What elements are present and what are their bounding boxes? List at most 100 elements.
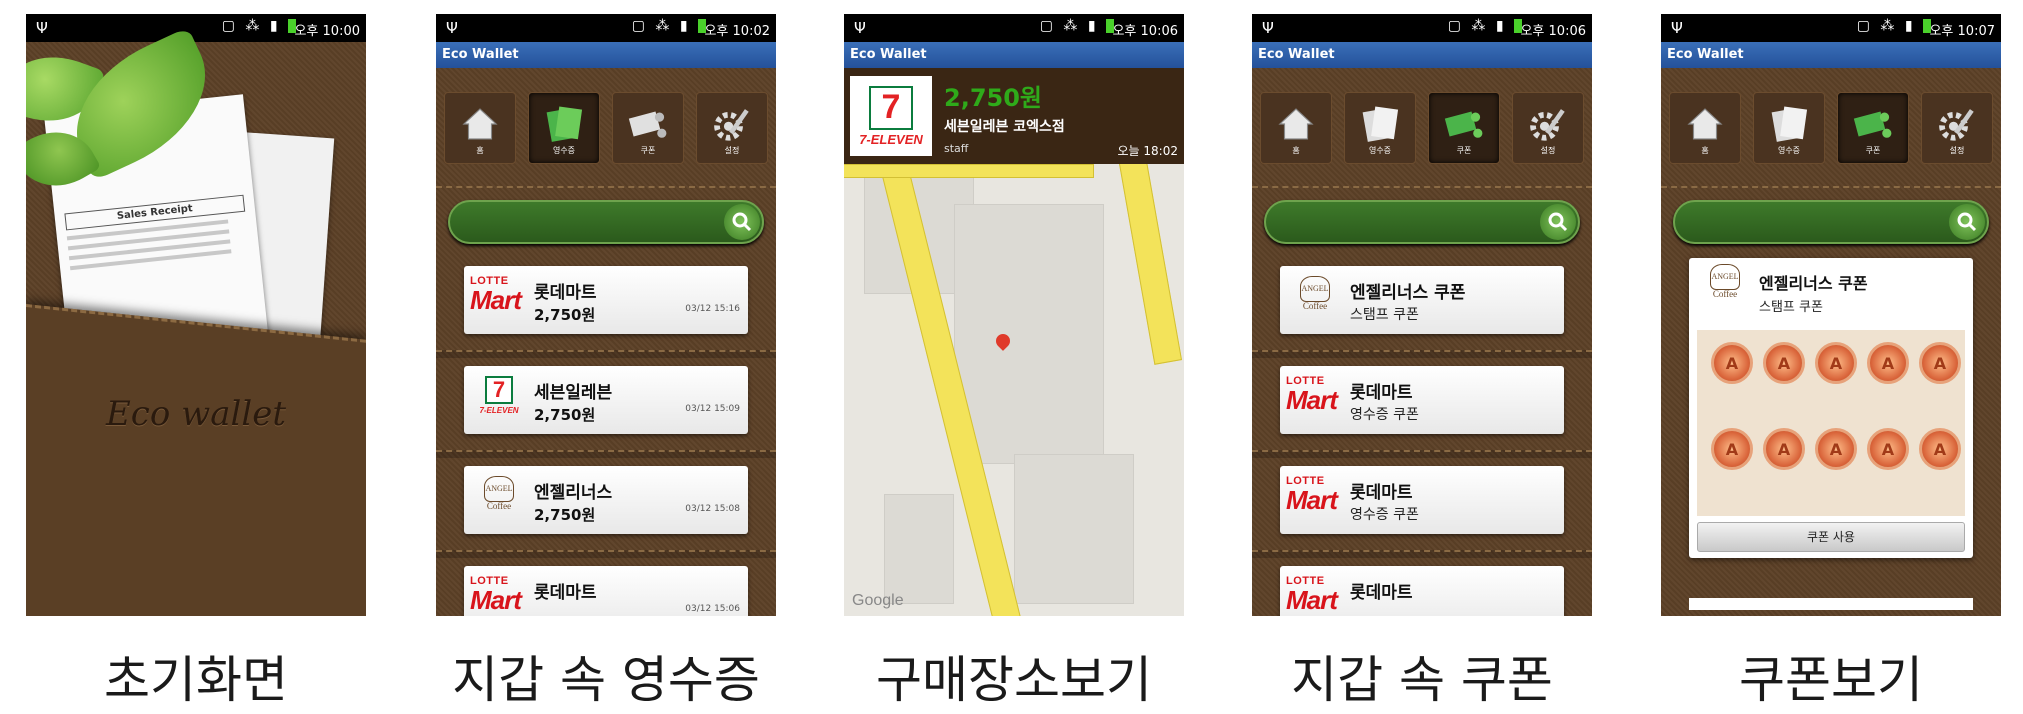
search-button[interactable]: [1540, 204, 1576, 240]
receipt-button[interactable]: 영수증: [1344, 92, 1416, 164]
angel-in-us-logo: ANGEL Coffee: [1697, 264, 1753, 320]
angel-in-us-logo: ANGEL Coffee: [1286, 276, 1344, 324]
coupon-store: 롯데마트: [1350, 383, 1413, 403]
search-button[interactable]: [1949, 204, 1985, 240]
status-time: 오후 10:02: [704, 24, 770, 39]
coupon-slot: LOTTE Mart 롯데마트 영수증 쿠폰: [1252, 450, 1592, 550]
coupon-store: 롯데마트: [1350, 583, 1413, 603]
toolbar-label: 설정: [1949, 145, 1965, 155]
coupon-button[interactable]: 쿠폰: [1428, 92, 1500, 164]
purchase-place-screen: Ψ ▢ ⁂ ▮ 오후 10:06 Eco Wallet 7 7-ELEVEN 2…: [844, 14, 1184, 616]
coupon-item[interactable]: LOTTE Mart 롯데마트 영수증 쿠폰: [1280, 366, 1564, 434]
usb-icon: Ψ: [446, 19, 458, 37]
coupon-icon: [628, 111, 667, 138]
receipt-button[interactable]: 영수증: [1753, 92, 1825, 164]
toolbar-label: 영수증: [1368, 145, 1392, 155]
coupon-view-screen: Ψ ▢ ⁂ ▮ 오후 10:07 Eco Wallet 홈 영수증 쿠폰 설정 …: [1661, 14, 2001, 616]
status-bar: Ψ ▢ ⁂ ▮ 오후 10:06: [844, 14, 1184, 42]
stitch-divider: [1252, 450, 1592, 458]
use-coupon-button[interactable]: 쿠폰 사용: [1697, 522, 1965, 552]
lotte-mart-logo: LOTTE Mart: [470, 275, 522, 315]
wallet-pocket: [26, 304, 366, 616]
receipt-item[interactable]: LOTTE Mart 롯데마트 2,750원 03/12 15:16: [464, 266, 748, 334]
coupon-item[interactable]: LOTTE Mart 롯데마트 영수증 쿠폰: [1280, 466, 1564, 534]
receipt-amount: 2,750원: [534, 406, 596, 424]
gear-icon: [714, 108, 749, 141]
receipt-item[interactable]: LOTTE Mart 롯데마트 03/12 15:06: [464, 566, 748, 616]
receipt-icon: [1771, 105, 1808, 142]
search-input[interactable]: [1673, 200, 1989, 244]
main-toolbar: 홈 영수증 쿠폰 설정: [436, 68, 776, 188]
search-input[interactable]: [448, 200, 764, 244]
lotte-mart-logo: LOTTE Mart: [1286, 375, 1338, 415]
receipt-store: 롯데마트: [534, 283, 597, 303]
lotte-mart-logo: LOTTE Mart: [470, 575, 522, 615]
settings-button[interactable]: 설정: [1512, 92, 1584, 164]
stamp-grid: AAAAAAAAAA: [1697, 330, 1965, 516]
coupon-store: 엔젤리너스 쿠폰: [1350, 283, 1466, 303]
store-map[interactable]: Google: [844, 164, 1184, 616]
receipt-date: 03/12 15:09: [685, 404, 740, 414]
app-title-bar: Eco Wallet: [1661, 42, 2001, 68]
caption-coupon-view: 쿠폰보기: [1739, 651, 1923, 709]
caption-purchase-place: 구매장소보기: [876, 651, 1152, 709]
settings-button[interactable]: 설정: [1921, 92, 1993, 164]
coupon-icon: [1444, 111, 1483, 138]
status-icons: ▢ ⁂ ▮: [1040, 18, 1114, 34]
coupon-button[interactable]: 쿠폰: [612, 92, 684, 164]
toolbar-label: 홈: [1292, 145, 1300, 155]
coupon-button[interactable]: 쿠폰: [1837, 92, 1909, 164]
seven-eleven-logo: 7 7-ELEVEN: [479, 376, 519, 415]
coupon-slot: ANGEL Coffee 엔젤리너스 쿠폰 스탬프 쿠폰: [1252, 250, 1592, 350]
coupon-stamp: A: [1711, 428, 1753, 470]
search-button[interactable]: [724, 204, 760, 240]
home-button[interactable]: 홈: [1260, 92, 1332, 164]
status-bar: Ψ ▢ ⁂ ▮ 오후 10:00: [26, 14, 366, 42]
map-credit: Google: [852, 592, 904, 609]
home-button[interactable]: 홈: [444, 92, 516, 164]
splash-title: Eco wallet: [105, 394, 287, 434]
coupon-detail-card: ANGEL Coffee 엔젤리너스 쿠폰 스탬프 쿠폰 AAAAAAAAAA 쿠…: [1689, 258, 1973, 558]
stitch-divider: [1252, 350, 1592, 358]
angel-in-us-logo: ANGEL Coffee: [470, 476, 528, 524]
status-icons: ▢ ⁂ ▮: [222, 18, 296, 34]
receipt-store: 세븐일레븐: [534, 383, 613, 403]
map-road: [844, 164, 1094, 178]
coupon-stamp: A: [1867, 428, 1909, 470]
purchase-time: 오늘 18:02: [1117, 144, 1178, 158]
receipt-item[interactable]: ANGEL Coffee 엔젤리너스 2,750원 03/12 15:08: [464, 466, 748, 534]
status-bar: Ψ ▢ ⁂ ▮ 오후 10:02: [436, 14, 776, 42]
coupon-stamp: A: [1919, 428, 1961, 470]
coupon-store: 엔젤리너스 쿠폰: [1759, 274, 1868, 293]
coupon-type: 영수증 쿠폰: [1350, 507, 1419, 523]
coupon-stamp: A: [1815, 342, 1857, 384]
toolbar-label: 쿠폰: [1456, 145, 1472, 155]
receipt-slot: LOTTE Mart 롯데마트 03/12 15:06: [436, 550, 776, 616]
status-icons: ▢ ⁂ ▮: [1448, 18, 1522, 34]
coupon-item[interactable]: ANGEL Coffee 엔젤리너스 쿠폰 스탬프 쿠폰: [1280, 266, 1564, 334]
coupon-item[interactable]: LOTTE Mart 롯데마트: [1280, 566, 1564, 616]
store-name: 세븐일레븐 코엑스점: [944, 119, 1065, 135]
toolbar-label: 쿠폰: [1865, 145, 1881, 155]
home-button[interactable]: 홈: [1669, 92, 1741, 164]
home-icon: [1278, 107, 1314, 140]
receipt-button[interactable]: 영수증: [528, 92, 600, 164]
settings-button[interactable]: 설정: [696, 92, 768, 164]
toolbar-label: 설정: [1540, 145, 1556, 155]
status-time: 오후 10:06: [1520, 24, 1586, 39]
usb-icon: Ψ: [1262, 19, 1274, 37]
receipt-date: 03/12 15:06: [685, 604, 740, 614]
search-icon: [1548, 212, 1568, 232]
receipts-screen: Ψ ▢ ⁂ ▮ 오후 10:02 Eco Wallet 홈 영수증 쿠폰 설정 …: [436, 14, 776, 616]
receipt-icon: [546, 105, 583, 142]
receipt-slot: 7 7-ELEVEN 세븐일레븐 2,750원 03/12 15:09: [436, 350, 776, 450]
app-title-bar: Eco Wallet: [436, 42, 776, 68]
receipt-item[interactable]: 7 7-ELEVEN 세븐일레븐 2,750원 03/12 15:09: [464, 366, 748, 434]
stitch-divider: [436, 350, 776, 358]
search-input[interactable]: [1264, 200, 1580, 244]
search-icon: [1957, 212, 1977, 232]
status-bar: Ψ ▢ ⁂ ▮ 오후 10:07: [1661, 14, 2001, 42]
seven-eleven-logo: 7 7-ELEVEN: [850, 76, 932, 156]
coupon-slot: LOTTE Mart 롯데마트 영수증 쿠폰: [1252, 350, 1592, 450]
coupon-stamp: A: [1919, 342, 1961, 384]
